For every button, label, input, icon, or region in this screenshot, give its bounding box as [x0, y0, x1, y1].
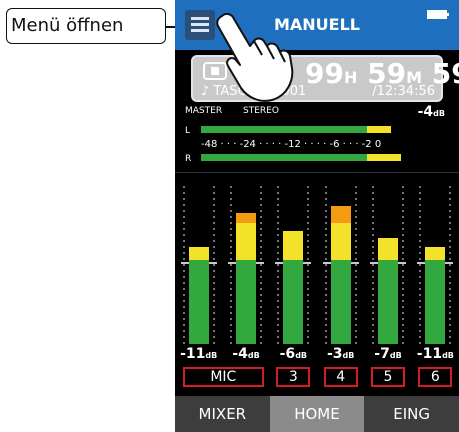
channel-button[interactable]: 3	[276, 367, 311, 387]
scale-dots	[277, 184, 280, 344]
channel-db-value: -3dB	[326, 346, 355, 362]
scale-dots	[307, 184, 310, 344]
meter-yellow-segment	[378, 238, 398, 260]
meter-yellow-segment	[236, 223, 256, 260]
meter-green-segment	[330, 260, 351, 344]
scale-dots	[449, 184, 452, 344]
channel-db-value: -11dB	[180, 346, 218, 362]
scale-dots	[212, 184, 215, 344]
scale-dots	[402, 184, 404, 344]
tab-home[interactable]: HOME	[269, 396, 365, 432]
tab-bar: MIXER HOME EING	[175, 396, 459, 432]
meter-yellow-segment	[366, 126, 392, 133]
left-meter-bar	[201, 126, 445, 133]
meter-green-segment	[236, 260, 256, 344]
meter-yellow-segment	[188, 246, 209, 260]
channel-meter-bar	[330, 176, 351, 344]
menu-callout: Menü öffnen	[6, 8, 166, 44]
master-mode: STEREO	[243, 106, 279, 116]
channel-meter-bar	[378, 176, 398, 344]
channel-button[interactable]: 6	[418, 367, 453, 387]
channel-button[interactable]: MIC	[183, 367, 264, 387]
master-level: -4dB	[417, 104, 445, 120]
meter-yellow-segment	[330, 223, 351, 260]
channel-levels: -11dB -4dB -6dB -3dB -7dB -11dB	[175, 346, 459, 364]
channel-db-value: -7dB	[374, 346, 402, 362]
scale-dots	[260, 184, 262, 344]
channel-meter-bar	[425, 176, 446, 344]
channel-meter-bar	[283, 176, 304, 344]
total-time: /12:34:56	[372, 84, 435, 99]
tab-eing[interactable]: EING	[364, 396, 459, 432]
tap-hand-icon	[216, 12, 294, 102]
channel-db-value: -11dB	[416, 346, 454, 362]
master-meter: MASTER STEREO -4dB L -48 · · · -24 · · ·…	[185, 104, 449, 168]
meter-yellow-segment	[425, 246, 446, 260]
scale-dots	[354, 184, 357, 344]
right-meter-bar	[201, 154, 445, 161]
channel-db-value: -6dB	[279, 346, 308, 362]
meter-green-segment	[188, 260, 209, 344]
channel-meter-bar	[236, 176, 256, 344]
meter-green-segment	[378, 260, 398, 344]
divider	[175, 172, 459, 173]
meter-peak-segment	[236, 212, 256, 224]
battery-icon	[427, 10, 449, 19]
right-channel-label: R	[185, 154, 192, 164]
meter-yellow-segment	[366, 154, 402, 161]
master-label: MASTER	[185, 106, 223, 116]
channel-button[interactable]: 4	[323, 367, 358, 387]
meter-green-segment	[425, 260, 446, 344]
channel-meters	[175, 176, 459, 344]
scale-dots	[419, 184, 422, 344]
tab-mixer[interactable]: MIXER	[175, 396, 270, 432]
meter-green-segment	[283, 260, 304, 344]
left-channel-label: L	[185, 126, 191, 136]
scale-dots	[372, 184, 374, 344]
scale-dots	[324, 184, 327, 344]
scale-dots	[230, 184, 232, 344]
meter-green-segment	[201, 154, 367, 161]
channel-button[interactable]: 5	[371, 367, 405, 387]
meter-peak-segment	[330, 206, 351, 224]
callout-text: Menü öffnen	[11, 15, 124, 36]
channel-db-value: -4dB	[232, 346, 260, 362]
meter-yellow-segment	[283, 231, 304, 260]
meter-green-segment	[201, 126, 367, 133]
master-scale: -48 · · · -24 · · · · -12 · · · · -6 · ·…	[201, 139, 382, 150]
scale-dots	[182, 184, 185, 344]
channel-meter-bar	[188, 176, 209, 344]
